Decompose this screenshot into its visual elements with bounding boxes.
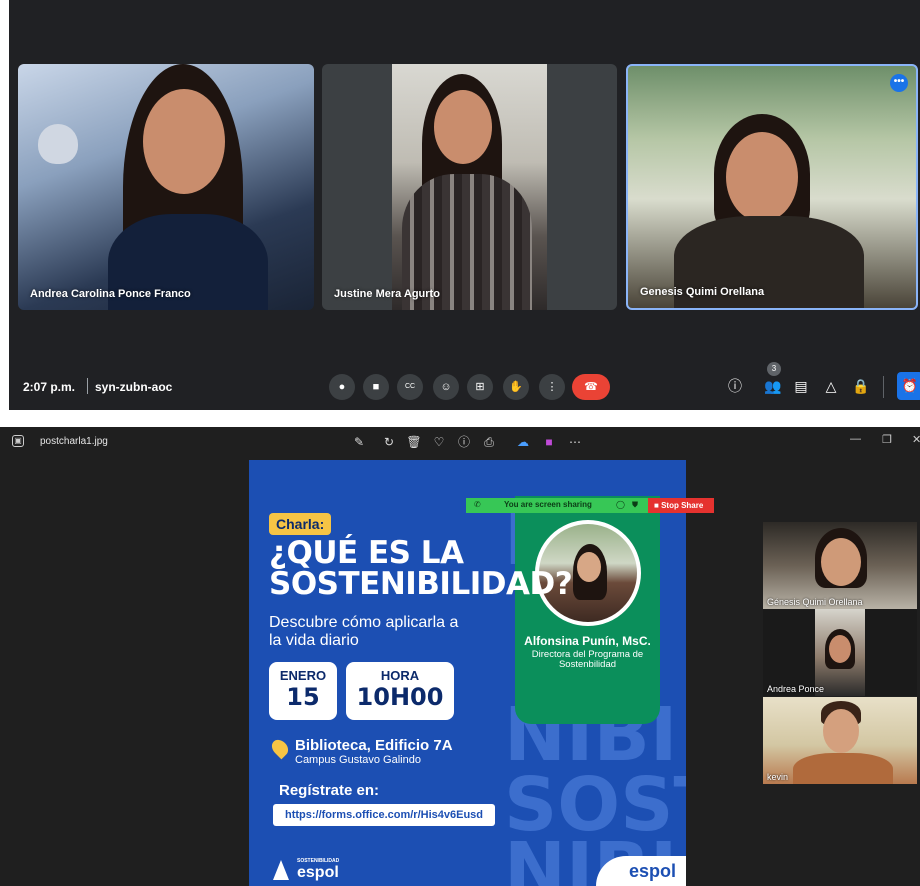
participant-face <box>726 132 798 222</box>
more-options-button[interactable]: ⋮ <box>539 374 565 400</box>
speaker-role: Directora del Programa de Sostenbilidad <box>531 649 644 670</box>
stop-icon: ■ <box>654 501 659 510</box>
favorite-icon[interactable]: ♡ <box>430 433 448 451</box>
poster-tag: Charla: <box>269 513 332 535</box>
close-icon[interactable]: ✕ <box>912 433 920 446</box>
more-vert-icon: ⋮ <box>546 381 558 393</box>
time-box: HORA 10H00 <box>346 662 454 720</box>
pause-icon[interactable]: ◯ <box>616 500 625 509</box>
info-icon[interactable]: ⓘ <box>723 374 747 398</box>
photo-viewer-window: ▣ postcharla1.jpg ✎ ↻ 🗑 ♡ ⓘ ⎙ ☁ ■ ⋯ — ❐ … <box>0 427 920 886</box>
phone-icon: ✆ <box>474 500 481 509</box>
poster-location: Biblioteca, Edificio 7A <box>295 737 453 754</box>
register-url: https://forms.office.com/r/His4v6Eusd <box>273 804 495 826</box>
speaker-card: Alfonsina Punín, MsC. Directora del Prog… <box>515 496 660 724</box>
location-pin-icon <box>268 736 292 760</box>
thumbnail-name: Andrea Ponce <box>767 684 825 694</box>
print-icon[interactable]: ⎙ <box>480 433 498 451</box>
thumbnail-name: Génesis Quimi Orellana <box>767 597 863 607</box>
mic-button[interactable]: ● <box>329 374 355 400</box>
activities-icon[interactable]: △ <box>819 374 843 398</box>
more-icon[interactable]: ⋯ <box>566 433 584 451</box>
onedrive-icon[interactable]: ☁ <box>514 433 532 451</box>
captions-button[interactable]: CC <box>397 374 423 400</box>
viewer-title-bar: ▣ postcharla1.jpg ✎ ↻ 🗑 ♡ ⓘ ⎙ ☁ ■ ⋯ — ❐ … <box>0 427 920 457</box>
participant-face <box>143 89 225 194</box>
participant-tile[interactable]: Justine Mera Agurto <box>322 64 617 310</box>
emoji-button[interactable]: ☺ <box>433 374 459 400</box>
meeting-control-bar: 2:07 p.m. syn-zubn-aoc ● ■ CC ☺ ⊞ ✋ ⋮ ☎ … <box>9 362 920 410</box>
espol-logo: espol <box>596 856 686 886</box>
host-controls-icon[interactable]: 🔒 <box>849 374 873 398</box>
info-icon[interactable]: ⓘ <box>455 433 473 451</box>
meeting-window: Andrea Carolina Ponce Franco Justine Mer… <box>9 0 920 410</box>
chat-icon[interactable]: ▤ <box>789 374 813 398</box>
event-poster: N NIBI SOST NIBI Alfonsina Punín, MsC. D… <box>249 460 686 886</box>
poster-headline: ¿QUÉ ES LA SOSTENIBILIDAD? <box>269 535 573 602</box>
more-options-icon[interactable]: ••• <box>890 74 908 92</box>
camera-icon: ■ <box>372 381 380 393</box>
mic-icon: ● <box>338 381 346 393</box>
camera-button[interactable]: ■ <box>363 374 389 400</box>
rotate-icon[interactable]: ↻ <box>380 433 398 451</box>
participant-tile[interactable]: Andrea Carolina Ponce Franco <box>18 64 314 310</box>
participant-tile-active[interactable]: ••• Genesis Quimi Orellana <box>626 64 918 310</box>
participant-name: Genesis Quimi Orellana <box>640 286 765 298</box>
maximize-icon[interactable]: ❐ <box>882 433 892 446</box>
thumbnail-name: kevin <box>767 772 789 782</box>
participant-thumbnail[interactable]: Andrea Ponce <box>763 609 917 696</box>
shield-icon[interactable]: ⛊ <box>632 500 638 510</box>
stop-share-button[interactable]: ■ Stop Share <box>648 498 714 513</box>
edit-icon[interactable]: ✎ <box>350 433 368 451</box>
speaker-name: Alfonsina Punín, MsC. <box>524 634 651 648</box>
register-label: Regístrate en: <box>279 782 380 799</box>
poster-campus: Campus Gustavo Galindo <box>295 754 421 766</box>
screen-share-bar: ✆ You are screen sharing ◯ ⛊ <box>466 498 648 513</box>
raise-hand-button[interactable]: ✋ <box>503 374 529 400</box>
participant-thumbnail[interactable]: Génesis Quimi Orellana <box>763 522 917 609</box>
hand-icon: ✋ <box>509 381 523 393</box>
emoji-icon: ☺ <box>440 381 452 393</box>
file-name: postcharla1.jpg <box>40 436 108 447</box>
present-icon: ⊞ <box>475 381 485 393</box>
timer-icon[interactable]: ⏰ <box>897 372 920 400</box>
logo-mark-icon <box>273 860 289 880</box>
photos-app-icon: ▣ <box>12 435 24 447</box>
present-button[interactable]: ⊞ <box>467 374 493 400</box>
poster-subtitle: Descubre cómo aplicarla a la vida diario <box>269 614 459 649</box>
participant-thumbnail[interactable]: kevin <box>763 697 917 784</box>
meeting-code: syn-zubn-aoc <box>95 380 173 394</box>
participant-video <box>392 64 547 310</box>
participant-name: Justine Mera Agurto <box>334 288 440 300</box>
participant-name: Andrea Carolina Ponce Franco <box>30 288 191 300</box>
people-icon[interactable]: 👥 <box>761 374 785 398</box>
meeting-time: 2:07 p.m. <box>23 380 76 394</box>
balloon-decoration <box>38 124 78 164</box>
screen-share-text: You are screen sharing <box>504 500 592 509</box>
end-call-button[interactable]: ☎ <box>572 374 610 400</box>
minimize-icon[interactable]: — <box>850 433 861 445</box>
date-box: ENERO 15 <box>269 662 337 720</box>
end-call-icon: ☎ <box>584 381 598 393</box>
delete-icon[interactable]: 🗑 <box>405 433 423 451</box>
captions-icon: CC <box>404 383 416 390</box>
clipchamp-icon[interactable]: ■ <box>540 433 558 451</box>
